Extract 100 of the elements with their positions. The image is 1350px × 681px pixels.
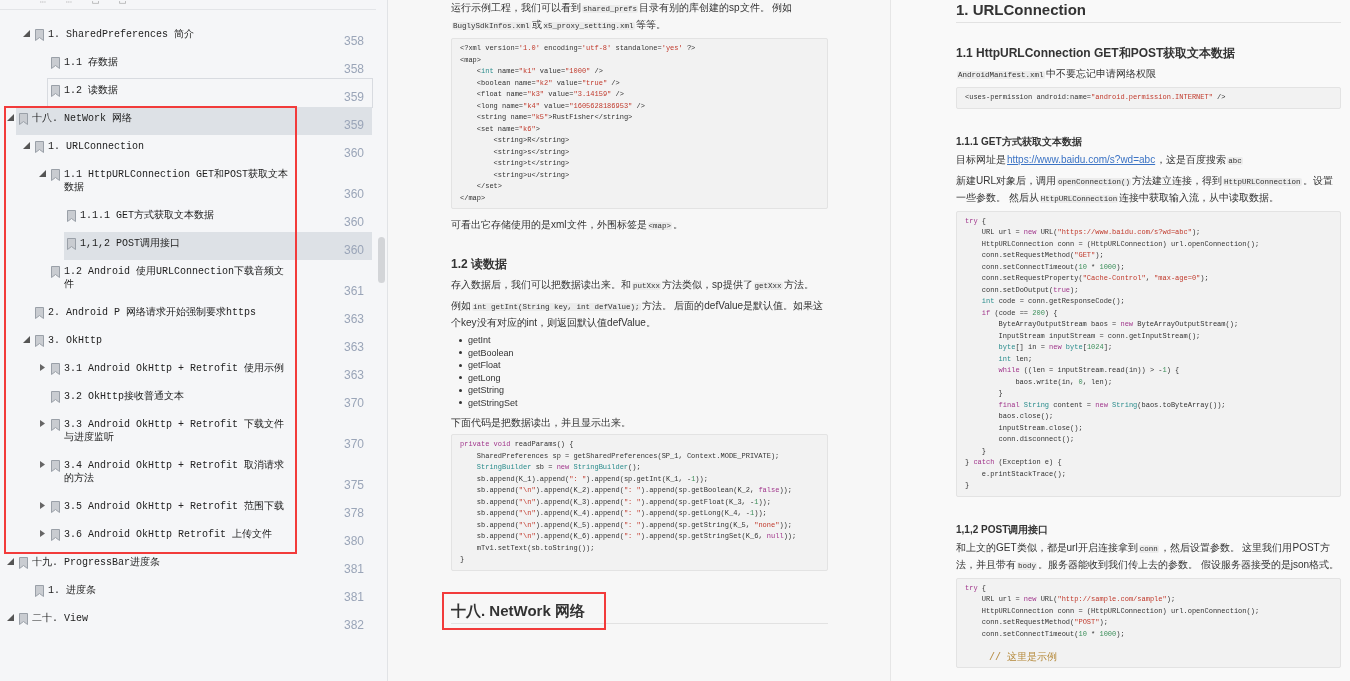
outline-item[interactable]: 3.3 Android OkHttp + Retrofit 下载文件与进度监听 370: [48, 413, 372, 454]
outline-item[interactable]: 3.4 Android OkHttp + Retrofit 取消请求的方法 375: [48, 454, 372, 495]
bookmark-icon: [51, 391, 60, 403]
page-number: 360: [342, 243, 365, 257]
item-label: 1.1.1 GET方式获取文本数据: [79, 209, 215, 222]
expand-triangle-icon[interactable]: [38, 502, 46, 509]
outline-item[interactable]: 1.1 HttpURLConnection GET和POST获取文本数据 360: [48, 163, 372, 204]
expand-triangle-icon[interactable]: [6, 114, 14, 121]
bookmark-icon: [19, 557, 28, 569]
page-number: 359: [342, 90, 365, 104]
bookmark-icon: [51, 363, 60, 375]
bookmark-icon: [35, 335, 44, 347]
item-label: 3.2 OkHttp接收普通文本: [63, 390, 185, 403]
bookmark-icon: [35, 307, 44, 319]
item-label: 1,1,2 POST调用接口: [79, 237, 181, 250]
page-number: 358: [342, 62, 365, 76]
outline-item[interactable]: 1. URLConnection 360: [32, 135, 372, 163]
page-number: 360: [342, 187, 365, 201]
page-number: 370: [342, 437, 365, 451]
outline-item[interactable]: 2. Android P 网络请求开始强制要求https 363: [32, 301, 372, 329]
expand-triangle-icon[interactable]: [22, 336, 30, 343]
subsection-heading: 1.1.1 GET方式获取文本数据: [956, 134, 1082, 149]
expand-triangle-icon[interactable]: [38, 420, 46, 427]
expand-triangle-icon[interactable]: [38, 461, 46, 468]
outline-item[interactable]: 1.2 读数据 359: [48, 79, 372, 107]
list-item: getFloat: [468, 359, 501, 372]
outline-item[interactable]: 3. OkHttp 363: [32, 329, 372, 357]
bookmark-icon: [51, 169, 60, 181]
item-label: 3.1 Android OkHttp + Retrofit 使用示例: [63, 362, 286, 375]
bookmark-icon: [51, 529, 60, 541]
expand-triangle-icon[interactable]: [38, 530, 46, 537]
page-number: 360: [342, 215, 365, 229]
item-label: 十八. NetWork 网络: [31, 112, 133, 125]
item-label: 1.1 HttpURLConnection GET和POST获取文本数据: [63, 168, 290, 194]
expand-triangle-icon[interactable]: [38, 364, 46, 371]
item-label: 1. 进度条: [47, 584, 97, 597]
expand-triangle-icon[interactable]: [6, 558, 14, 565]
bookmark-icon: [19, 613, 28, 625]
bookmark-icon: [19, 113, 28, 125]
outline-item[interactable]: 二十. View 382: [16, 607, 372, 635]
bullet-icon: [459, 401, 462, 405]
item-label: 二十. View: [31, 612, 89, 625]
item-label: 1. URLConnection: [47, 140, 145, 153]
item-label: 3.3 Android OkHttp + Retrofit 下载文件与进度监听: [63, 418, 286, 444]
list-item: getString: [468, 384, 505, 397]
list-item: getInt: [468, 334, 491, 347]
subsection-heading: 1,1,2 POST调用接口: [956, 522, 1049, 537]
expand-triangle-icon[interactable]: [6, 614, 14, 621]
outline-item[interactable]: 1.1.1 GET方式获取文本数据 360: [64, 204, 372, 232]
bookmark-icon: [35, 29, 44, 41]
expand-triangle-icon[interactable]: [22, 30, 30, 37]
item-label: 1.2 Android 使用URLConnection下载音频文件: [63, 265, 286, 291]
list-item: getLong: [468, 371, 501, 384]
page-number: 370: [342, 396, 365, 410]
page-number: 382: [342, 618, 365, 632]
outline-item[interactable]: 3.6 Android OkHttp Retrofit 上传文件 380: [48, 523, 372, 551]
bookmark-icon: [51, 501, 60, 513]
code-comment: // 这里是示例: [988, 651, 1057, 663]
bookmark-icon: [35, 141, 44, 153]
page-number: 381: [342, 562, 365, 576]
bookmark-icon: [35, 585, 44, 597]
page-number: 361: [342, 284, 365, 298]
outline-item[interactable]: 1.2 Android 使用URLConnection下载音频文件 361: [48, 260, 372, 301]
page-number: 363: [342, 340, 365, 354]
bullet-icon: [459, 363, 462, 367]
subsection-heading: 1.1 HttpURLConnection GET和POST获取文本数据: [956, 45, 1236, 61]
page-number: 358: [342, 34, 365, 48]
expand-triangle-icon[interactable]: [22, 142, 30, 149]
item-label: 十九. ProgressBar进度条: [31, 556, 161, 569]
outline-item[interactable]: 1,1,2 POST调用接口 360: [64, 232, 372, 260]
item-label: 1.1 存数据: [63, 56, 119, 69]
expand-triangle-icon[interactable]: [38, 170, 46, 177]
outline-item[interactable]: 1.1 存数据 358: [48, 51, 372, 79]
outline-item[interactable]: 1. SharedPreferences 简介 358: [32, 23, 372, 51]
subsection-heading: 1.2 读数据: [451, 256, 507, 272]
item-label: 3.6 Android OkHttp Retrofit 上传文件: [63, 528, 274, 541]
outline-item[interactable]: 十九. ProgressBar进度条 381: [16, 551, 372, 579]
list-item: getStringSet: [468, 396, 518, 409]
url-link[interactable]: https://www.baidu.com/s?wd=abc: [1007, 153, 1156, 165]
bookmark-icon: [51, 266, 60, 278]
outline-item[interactable]: 3.5 Android OkHttp + Retrofit 范围下载 378: [48, 495, 372, 523]
outline-item[interactable]: 3.1 Android OkHttp + Retrofit 使用示例 363: [48, 357, 372, 385]
outline-item[interactable]: 3.2 OkHttp接收普通文本 370: [48, 385, 372, 413]
item-label: 3.5 Android OkHttp + Retrofit 范围下载: [63, 500, 286, 513]
bookmark-icon: [51, 57, 60, 69]
page-number: 360: [342, 146, 365, 160]
section-heading: 十八. NetWork 网络: [451, 600, 585, 621]
bookmark-icon: [51, 85, 60, 97]
outline-item[interactable]: 十八. NetWork 网络 359: [16, 107, 372, 135]
page-number: 378: [342, 506, 365, 520]
item-label: 2. Android P 网络请求开始强制要求https: [47, 306, 258, 319]
list-item: getBoolean: [468, 346, 514, 359]
bookmark-icon: [51, 419, 60, 431]
bookmark-icon: [67, 238, 76, 250]
scrollbar-thumb[interactable]: [378, 237, 385, 283]
bullet-icon: [459, 351, 462, 355]
bullet-icon: [459, 376, 462, 380]
page-number: 380: [342, 534, 365, 548]
outline-item[interactable]: 1. 进度条 381: [32, 579, 372, 607]
paragraph: 下面代码是把数据读出，并且显示出来。: [451, 416, 632, 430]
